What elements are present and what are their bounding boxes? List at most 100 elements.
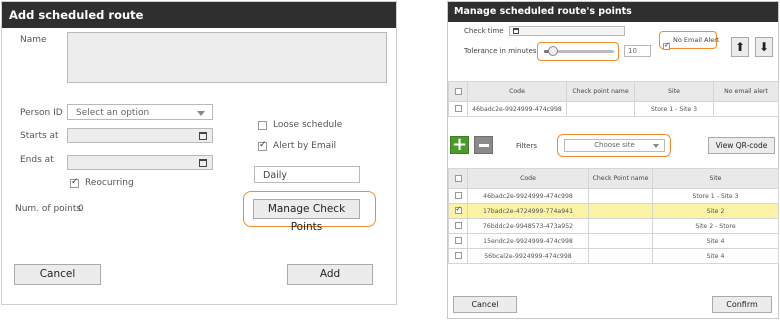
calendar-icon[interactable] — [199, 159, 207, 167]
table-row[interactable]: 46badc2e-9924999-474c998 Store 1 - Site 3 — [448, 188, 779, 204]
row-select-cell — [448, 218, 468, 234]
code-header: Code — [467, 168, 589, 189]
table-row[interactable]: 76bddc2e-9948573-473a952 Site 2 - Store — [448, 218, 779, 234]
check-point-name-header: Check Point name — [588, 168, 653, 189]
table-row[interactable]: 17badc2e-4724999-774a941 Site 2 — [448, 203, 779, 219]
calendar-icon[interactable] — [199, 132, 207, 140]
name-label: Name — [20, 35, 47, 45]
site-header: Site — [652, 168, 779, 189]
row-select-cell — [448, 233, 468, 249]
move-up-button[interactable]: ⬆ — [731, 37, 749, 57]
code-header: Code — [467, 81, 567, 102]
dialog-title: Add scheduled route — [2, 2, 396, 28]
no-email-alert-label: No Email Alert — [673, 36, 720, 44]
select-all-checkbox[interactable] — [454, 174, 462, 182]
chevron-down-icon — [197, 111, 205, 116]
no-email-alert-checkbox[interactable] — [663, 41, 670, 50]
code-cell: 46badc2e-9924999-474c998 — [467, 188, 589, 204]
name-cell — [588, 248, 653, 264]
name-field[interactable] — [67, 32, 387, 83]
alert-by-email-label: Alert by Email — [273, 141, 337, 151]
tolerance-input[interactable]: 10 — [624, 45, 651, 57]
name-cell — [588, 188, 653, 204]
cancel-button[interactable]: Cancel — [14, 264, 101, 285]
check-time-label: Check time — [464, 27, 504, 35]
code-cell: 15endc2e-9924999-474c998 — [467, 233, 589, 249]
check-time-field[interactable] — [509, 26, 625, 36]
starts-at-field[interactable] — [67, 128, 213, 143]
available-points-table: Code Check Point name Site 46badc2e-9924… — [448, 168, 779, 264]
row-checkbox[interactable] — [454, 105, 462, 113]
row-checkbox[interactable] — [454, 222, 462, 230]
calendar-icon[interactable] — [513, 28, 519, 34]
move-down-button[interactable]: ⬇ — [755, 37, 773, 57]
site-cell: Store 1 - Site 3 — [634, 101, 714, 117]
frequency-input[interactable]: Daily — [254, 166, 360, 183]
arrow-down-icon: ⬇ — [758, 40, 770, 54]
manage-check-points-button[interactable]: Manage Check Points — [253, 199, 360, 233]
row-select-cell — [448, 101, 468, 117]
starts-at-label: Starts at — [20, 131, 59, 141]
site-filter-placeholder: Choose site — [594, 141, 635, 149]
name-cell — [566, 101, 635, 117]
reocurring-label: Reocurring — [85, 178, 134, 188]
select-all-cell — [448, 81, 468, 102]
alert-by-email-checkbox[interactable] — [258, 140, 267, 151]
row-select-cell — [448, 188, 468, 204]
site-cell: Site 4 — [652, 233, 779, 249]
row-checkbox[interactable] — [454, 252, 462, 260]
tolerance-label: Tolerance in minutes — [464, 47, 537, 55]
table-row[interactable]: 15endc2e-9924999-474c998 Site 4 — [448, 233, 779, 249]
row-select-cell — [448, 203, 468, 219]
add-point-button[interactable]: + — [450, 136, 469, 154]
ends-at-label: Ends at — [20, 155, 54, 165]
select-all-cell — [448, 168, 468, 189]
site-cell: Site 2 — [652, 203, 779, 219]
person-id-select[interactable]: Select an option — [67, 104, 213, 120]
confirm-button[interactable]: Confirm — [712, 296, 772, 313]
site-filter-select[interactable]: Choose site — [564, 139, 665, 152]
plus-icon: + — [451, 134, 468, 155]
view-qr-code-button[interactable]: View QR-code — [708, 137, 775, 154]
minus-icon — [479, 144, 489, 147]
table-header-row: Code Check Point name Site — [448, 168, 779, 189]
selected-points-table: Code Check point name Site No email aler… — [448, 81, 779, 117]
select-all-checkbox[interactable] — [454, 87, 462, 95]
num-points-label: Num. of points — [15, 204, 82, 214]
num-points-value: 0 — [78, 204, 84, 214]
table-row[interactable]: 56bcal2e-9924999-474c998 Site 4 — [448, 248, 779, 264]
code-cell: 46badc2e-9924999-474c998 — [467, 101, 567, 117]
table-row[interactable]: 46badc2e-9924999-474c998 Store 1 - Site 3 — [448, 101, 779, 117]
dialog-title: Manage scheduled route's points — [448, 2, 778, 22]
site-header: Site — [634, 81, 714, 102]
check-point-name-header: Check point name — [566, 81, 635, 102]
row-checkbox[interactable] — [454, 205, 462, 215]
code-cell: 76bddc2e-9948573-473a952 — [467, 218, 589, 234]
person-id-label: Person ID — [20, 108, 63, 118]
chevron-down-icon — [653, 144, 659, 148]
arrow-up-icon: ⬆ — [734, 40, 746, 54]
add-button[interactable]: Add — [287, 264, 373, 285]
name-cell — [588, 218, 653, 234]
no-email-alert-header: No email alert — [713, 81, 779, 102]
site-cell: Store 1 - Site 3 — [652, 188, 779, 204]
name-cell — [588, 233, 653, 249]
site-cell: Site 4 — [652, 248, 779, 264]
row-checkbox[interactable] — [454, 237, 462, 245]
loose-schedule-checkbox[interactable] — [258, 121, 267, 130]
tolerance-slider[interactable] — [544, 46, 614, 56]
name-cell — [588, 203, 653, 219]
row-checkbox[interactable] — [454, 192, 462, 200]
code-cell: 17badc2e-4724999-774a941 — [467, 203, 589, 219]
remove-point-button[interactable] — [474, 136, 493, 154]
cancel-button[interactable]: Cancel — [453, 296, 517, 313]
filters-label: Filters — [516, 142, 537, 150]
table-header-row: Code Check point name Site No email aler… — [448, 81, 779, 102]
reocurring-checkbox[interactable] — [70, 177, 79, 188]
person-id-placeholder: Select an option — [76, 108, 150, 118]
loose-schedule-label: Loose schedule — [273, 120, 343, 130]
code-cell: 56bcal2e-9924999-474c998 — [467, 248, 589, 264]
no-email-alert-cell — [713, 101, 779, 117]
ends-at-field[interactable] — [67, 155, 213, 170]
site-cell: Site 2 - Store — [652, 218, 779, 234]
